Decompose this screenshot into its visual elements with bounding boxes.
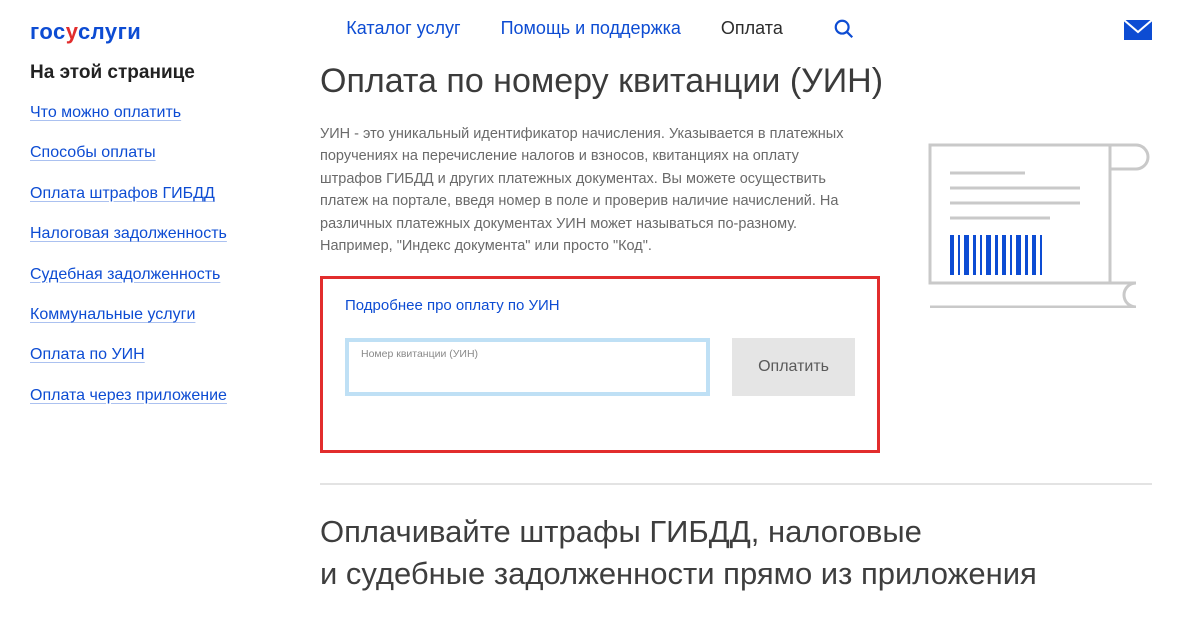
content-row: УИН - это уникальный идентификатор начис… bbox=[320, 123, 1152, 453]
search-icon[interactable] bbox=[833, 18, 855, 46]
more-about-uin-link[interactable]: Подробнее про оплату по УИН bbox=[345, 297, 560, 314]
sidebar-item-what-to-pay[interactable]: Что можно оплатить bbox=[30, 102, 270, 124]
sidebar-item-tax-debt[interactable]: Налоговая задолженность bbox=[30, 223, 270, 245]
nav-help[interactable]: Помощь и поддержка bbox=[501, 18, 681, 46]
mail-icon[interactable] bbox=[1124, 20, 1152, 45]
section2-title: Оплачивайте штрафы ГИБДД, налоговые и су… bbox=[320, 511, 1152, 595]
section-divider bbox=[320, 483, 1152, 485]
main-content: Оплата по номеру квитанции (УИН) УИН - э… bbox=[320, 56, 1152, 595]
input-row: Номер квитанции (УИН) Оплатить bbox=[345, 338, 855, 396]
logo-part-slugi: слуги bbox=[78, 19, 141, 44]
nav-catalog[interactable]: Каталог услуг bbox=[346, 18, 460, 46]
logo[interactable]: госуслуги bbox=[30, 19, 141, 45]
uin-input-label: Номер квитанции (УИН) bbox=[361, 348, 694, 360]
sidebar-item-pay-by-uin[interactable]: Оплата по УИН bbox=[30, 344, 270, 366]
content-text-column: УИН - это уникальный идентификатор начис… bbox=[320, 123, 880, 453]
page-body: На этой странице Что можно оплатить Спос… bbox=[0, 56, 1182, 595]
sidebar-title: На этой странице bbox=[30, 62, 270, 84]
sidebar-item-payment-methods[interactable]: Способы оплаты bbox=[30, 142, 270, 164]
section2-title-line2: и судебные задолженности прямо из прилож… bbox=[320, 556, 1037, 591]
logo-part-gos: гос bbox=[30, 19, 66, 44]
header: госуслуги Каталог услуг Помощь и поддерж… bbox=[0, 0, 1182, 56]
pay-button[interactable]: Оплатить bbox=[732, 338, 855, 396]
sidebar-item-utilities[interactable]: Коммунальные услуги bbox=[30, 304, 270, 326]
logo-part-u: у bbox=[66, 19, 78, 44]
nav-payment[interactable]: Оплата bbox=[721, 18, 783, 46]
page-title: Оплата по номеру квитанции (УИН) bbox=[320, 62, 1152, 101]
uin-input-container[interactable]: Номер квитанции (УИН) bbox=[345, 338, 710, 396]
top-nav: Каталог услуг Помощь и поддержка Оплата bbox=[346, 18, 855, 46]
uin-payment-form-highlight: Подробнее про оплату по УИН Номер квитан… bbox=[320, 276, 880, 453]
receipt-illustration-icon bbox=[920, 133, 1150, 313]
sidebar-item-pay-via-app[interactable]: Оплата через приложение bbox=[30, 385, 270, 407]
sidebar: На этой странице Что можно оплатить Спос… bbox=[30, 56, 270, 595]
uin-input[interactable] bbox=[361, 362, 694, 384]
sidebar-item-gibdd-fines[interactable]: Оплата штрафов ГИБДД bbox=[30, 183, 270, 205]
section2-title-line1: Оплачивайте штрафы ГИБДД, налоговые bbox=[320, 514, 922, 549]
sidebar-item-court-debt[interactable]: Судебная задолженность bbox=[30, 264, 270, 286]
uin-description: УИН - это уникальный идентификатор начис… bbox=[320, 123, 860, 258]
